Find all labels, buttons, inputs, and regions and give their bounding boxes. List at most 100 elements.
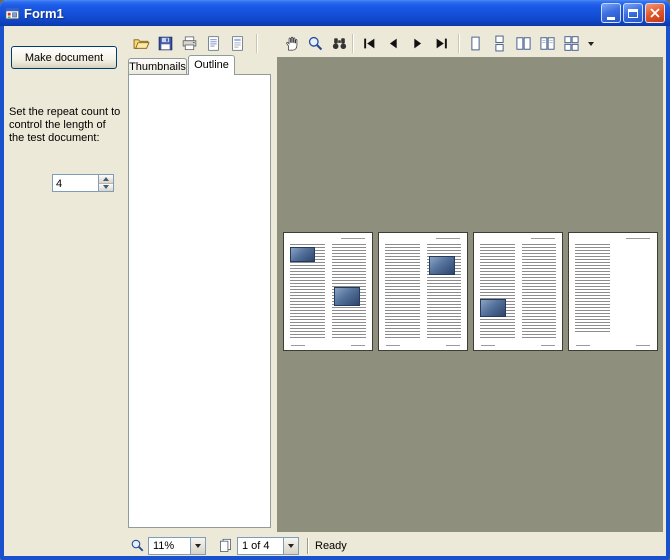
find-button[interactable] — [328, 32, 351, 55]
print-preview-icon — [229, 35, 246, 52]
page-combobox[interactable]: 1 of 4 — [237, 536, 299, 555]
page-text-columns — [480, 244, 556, 339]
page-header-line — [341, 238, 365, 239]
repeat-count-input[interactable] — [53, 175, 98, 191]
print-button[interactable] — [178, 32, 201, 55]
zoom-dropdown-button[interactable] — [190, 537, 205, 554]
titlebar[interactable]: Form1 — [0, 0, 670, 26]
continuous-view-button[interactable] — [488, 32, 511, 55]
minimize-button[interactable] — [601, 3, 621, 23]
save-button[interactable] — [154, 32, 177, 55]
make-document-button[interactable]: Make document — [11, 46, 117, 69]
page-text-columns — [575, 244, 651, 339]
page-count-icon — [218, 538, 233, 553]
toolbar-separator — [256, 34, 258, 53]
window-frame-left — [0, 26, 4, 560]
view-mode-dropdown-button[interactable] — [584, 32, 597, 55]
page-dropdown-button[interactable] — [283, 537, 298, 554]
preview-pages — [283, 232, 658, 351]
zoom-status-icon — [130, 538, 145, 553]
up-arrow-icon — [103, 174, 109, 181]
pan-button[interactable] — [280, 32, 303, 55]
preview-page-2 — [378, 232, 468, 351]
previous-page-icon — [385, 35, 402, 52]
window-frame-bottom — [0, 556, 670, 560]
status-text: Ready — [315, 539, 347, 552]
zoom-magnifier-icon — [307, 35, 324, 52]
page-image — [480, 298, 506, 318]
previous-page-button[interactable] — [382, 32, 405, 55]
page-setup-button[interactable] — [202, 32, 225, 55]
close-button[interactable] — [645, 3, 665, 23]
spin-up-button[interactable] — [99, 175, 113, 184]
print-preview-button[interactable] — [226, 32, 249, 55]
spin-down-button[interactable] — [99, 183, 113, 192]
window-title: Form1 — [24, 5, 64, 21]
page-header-line — [626, 238, 650, 239]
page-footer-line — [576, 345, 590, 346]
next-page-icon — [409, 35, 426, 52]
maximize-button[interactable] — [623, 3, 643, 23]
client-area: Make document Set the repeat count to co… — [4, 26, 666, 556]
page-image — [290, 247, 315, 263]
toolbar-separator — [458, 34, 460, 53]
facing-pages-icon — [515, 35, 532, 52]
tab-outline[interactable]: Outline — [188, 55, 235, 75]
single-page-icon — [467, 35, 484, 52]
open-icon — [133, 35, 150, 52]
stepper-buttons — [98, 175, 113, 191]
page-header-line — [531, 238, 555, 239]
single-page-view-button[interactable] — [464, 32, 487, 55]
preview-surface[interactable] — [277, 57, 663, 532]
repeat-count-stepper[interactable] — [52, 174, 114, 192]
toolbar-separator — [352, 34, 354, 53]
statusbar: 11% 1 of 4 Ready — [128, 535, 666, 556]
down-arrow-icon — [103, 185, 109, 192]
open-button[interactable] — [130, 32, 153, 55]
page-header-line — [436, 238, 460, 239]
thumbnail-grid-icon — [563, 35, 580, 52]
window-frame-right — [666, 26, 670, 560]
first-page-button[interactable] — [358, 32, 381, 55]
window-controls — [601, 3, 665, 23]
chevron-down-icon — [587, 42, 594, 49]
two-page-view-icon — [539, 35, 556, 52]
page-setup-icon — [205, 35, 222, 52]
pan-hand-icon — [283, 35, 300, 52]
page-footer-line — [386, 345, 400, 346]
continuous-view-icon — [491, 35, 508, 52]
page-footer-line — [636, 345, 650, 346]
toolbar — [128, 30, 666, 57]
thumbnail-grid-view-button[interactable] — [560, 32, 583, 55]
zoom-value: 11% — [153, 539, 175, 552]
facing-pages-view-button[interactable] — [512, 32, 535, 55]
zoom-button[interactable] — [304, 32, 327, 55]
two-page-view-button[interactable] — [536, 32, 559, 55]
print-icon — [181, 35, 198, 52]
find-binoculars-icon — [331, 35, 348, 52]
minimize-icon — [607, 16, 615, 20]
outline-panel[interactable] — [128, 74, 271, 528]
maximize-icon — [628, 8, 638, 18]
last-page-icon — [433, 35, 450, 52]
form-icon — [5, 6, 20, 21]
page-footer-line — [481, 345, 495, 346]
next-page-button[interactable] — [406, 32, 429, 55]
tab-thumbnails[interactable]: Thumbnails — [128, 58, 187, 74]
first-page-icon — [361, 35, 378, 52]
page-footer-line — [351, 345, 365, 346]
save-icon — [157, 35, 174, 52]
repeat-instruction-label: Set the repeat count to control the leng… — [9, 106, 121, 144]
page-image — [429, 256, 455, 276]
page-footer-line — [446, 345, 460, 346]
zoom-combobox[interactable]: 11% — [148, 536, 206, 555]
page-footer-line — [291, 345, 305, 346]
page-footer-line — [541, 345, 555, 346]
close-icon — [650, 8, 660, 18]
preview-page-1 — [283, 232, 373, 351]
preview-page-3 — [473, 232, 563, 351]
form-window: Form1 Make document Set the repeat count… — [0, 0, 670, 560]
statusbar-separator — [307, 537, 309, 554]
page-image — [334, 286, 360, 306]
last-page-button[interactable] — [430, 32, 453, 55]
